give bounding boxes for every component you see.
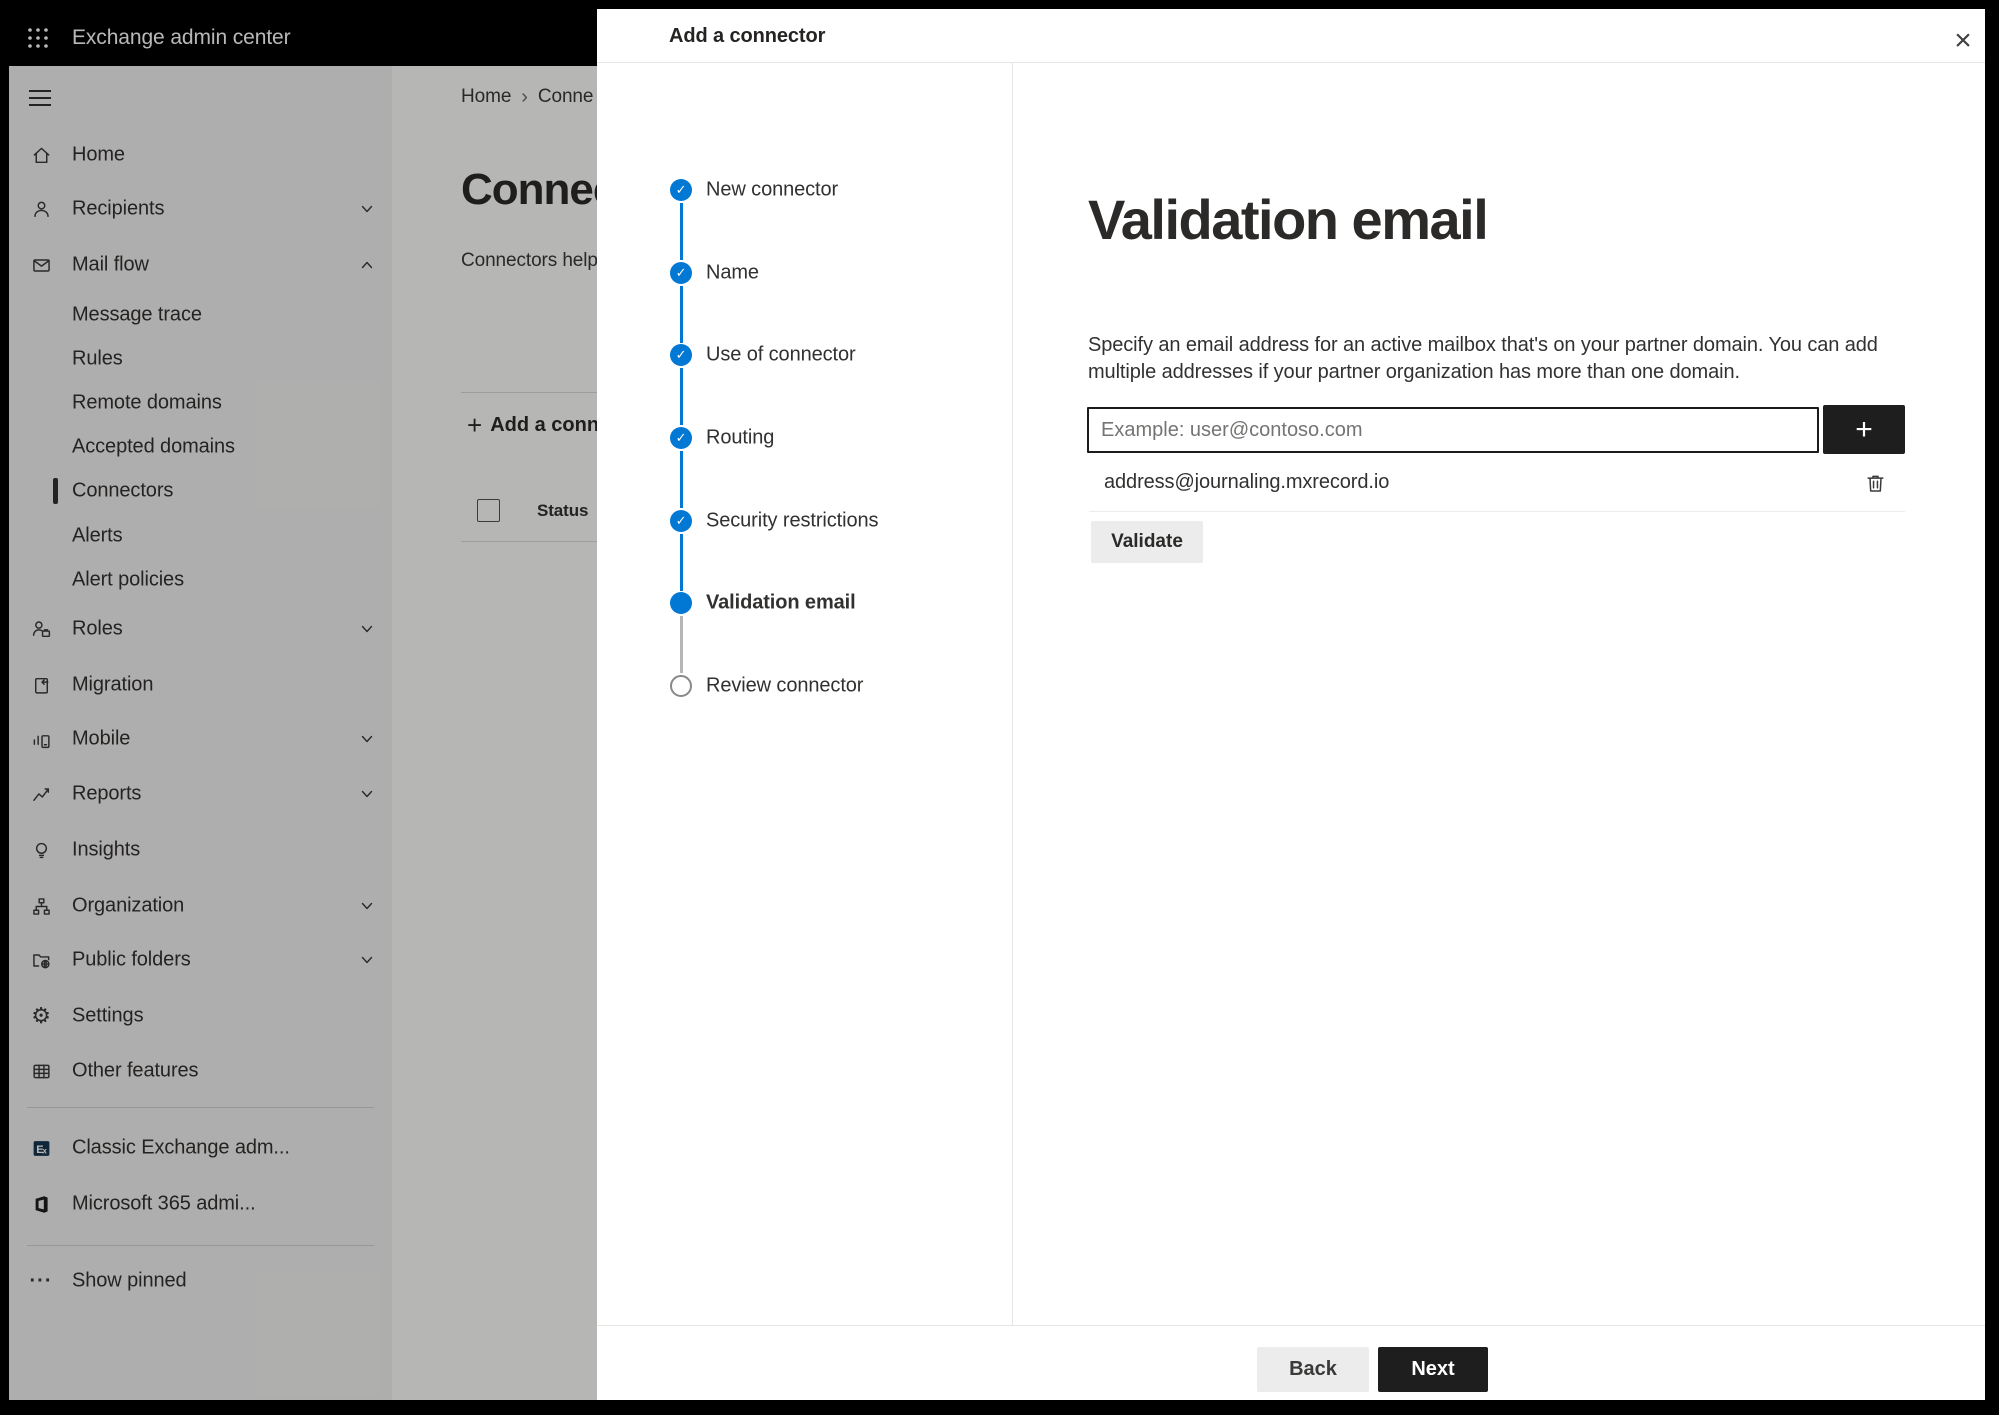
wizard-stepper: ✓ New connector ✓ Name ✓ Use of connecto… [597,63,1013,1325]
step-done-icon: ✓ [670,262,692,284]
modal-overlay-scrim [9,9,597,1400]
next-button[interactable]: Next [1378,1347,1488,1392]
plus-icon: + [1855,412,1873,446]
step-new-connector: ✓ New connector [597,168,1012,212]
app-window: Exchange admin center Home Recipients Ma… [9,9,1985,1400]
step-review-connector: ✓ Review connector [597,664,1012,708]
step-routing: ✓ Routing [597,416,1012,460]
check-icon: ✓ [675,265,687,280]
footer-divider [597,1325,1985,1326]
step-todo-icon: ✓ [670,675,692,697]
step-security-restrictions: ✓ Security restrictions [597,499,1012,543]
wizard-page-heading: Validation email [1088,188,1489,251]
step-use-of-connector: ✓ Use of connector [597,333,1012,377]
close-icon[interactable]: × [1943,21,1983,61]
step-validation-email: ✓ Validation email [597,581,1012,625]
panel-title: Add a connector [669,25,826,47]
trash-icon [1866,475,1884,492]
delete-address-button[interactable] [1857,465,1893,501]
step-done-icon: ✓ [670,179,692,201]
add-email-address-button[interactable]: + [1823,405,1905,454]
check-icon: ✓ [675,513,687,528]
step-current-icon: ✓ [670,592,692,614]
validation-email-input[interactable] [1087,407,1819,453]
add-connector-panel: Add a connector × ✓ New connector ✓ Name… [597,9,1985,1400]
address-list-divider [1089,511,1905,512]
check-icon: ✓ [675,347,687,362]
step-done-icon: ✓ [670,510,692,532]
step-done-icon: ✓ [670,344,692,366]
back-button[interactable]: Back [1257,1347,1369,1392]
added-address-item: address@journaling.mxrecord.io [1104,471,1390,493]
validate-button[interactable]: Validate [1091,521,1203,563]
step-name: ✓ Name [597,251,1012,295]
wizard-page-description: Specify an email address for an active m… [1088,334,1878,383]
check-icon: ✓ [675,182,687,197]
check-icon: ✓ [675,430,687,445]
step-done-icon: ✓ [670,427,692,449]
